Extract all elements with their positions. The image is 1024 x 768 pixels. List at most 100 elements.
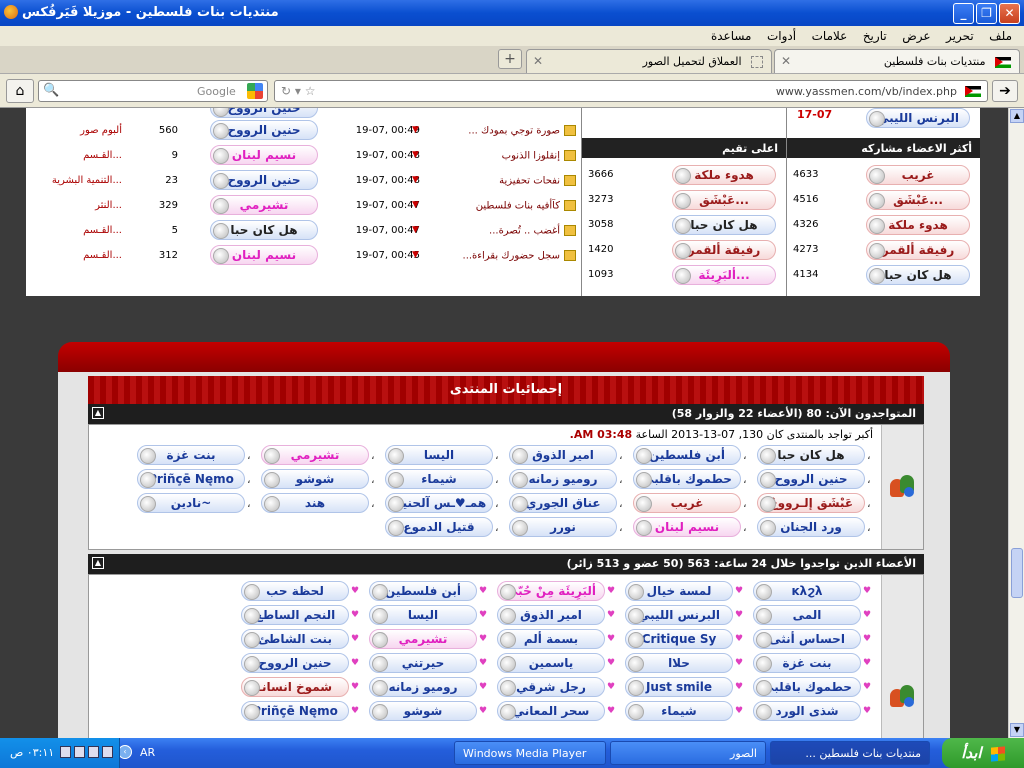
poster-pill[interactable]: هل كان حبا [210, 220, 318, 240]
member-pill[interactable]: حلاا [625, 653, 733, 673]
scroll-thumb[interactable] [1011, 548, 1023, 598]
member-pill[interactable]: هدوء ملكة [866, 215, 970, 235]
member-pill[interactable]: هدوء ملكة [672, 165, 776, 185]
member-pill[interactable]: روميو زمانه [509, 469, 617, 489]
member-pill[interactable]: لمسة خيال [625, 581, 733, 601]
member-pill[interactable]: حطموك باقلبي [753, 677, 861, 697]
reload-star-icons[interactable]: ↻ ▾ ☆ [281, 84, 315, 98]
search-box[interactable]: 🔍 Google [38, 80, 268, 102]
close-tab-icon[interactable]: ✕ [533, 54, 543, 68]
poster-pill[interactable]: نسيم لبنان [210, 145, 318, 165]
menu-tools[interactable]: أدوات [761, 26, 802, 46]
minimize-button[interactable]: _ [953, 3, 974, 24]
member-pill[interactable]: بسمة ألم [497, 629, 605, 649]
member-pill[interactable]: اليسا [369, 605, 477, 625]
topic-link[interactable]: أغضب .. تُصرة... [430, 225, 576, 237]
member-pill[interactable]: بنت غزة [753, 653, 861, 673]
forum-link[interactable]: التنمية البشرية... [32, 175, 122, 186]
scroll-down-icon[interactable]: ▼ [1010, 723, 1024, 737]
member-pill[interactable]: Priñçē Nęmo [137, 469, 245, 489]
member-pill[interactable]: ĸλϩλ [753, 581, 861, 601]
member-pill[interactable]: غريب [633, 493, 741, 513]
topic-link[interactable]: نفحات تحفيزية [430, 175, 576, 187]
poster-pill[interactable]: حنين الرووح [210, 170, 318, 190]
volume-icon[interactable] [74, 746, 85, 758]
tab-image-upload[interactable]: العملاق لتحميل الصور ✕ [526, 49, 772, 73]
member-pill[interactable]: نادين~ [137, 493, 245, 513]
member-pill[interactable]: رفيقة ألقمر [866, 240, 970, 260]
forum-link[interactable]: القـسم... [32, 225, 122, 236]
member-pill[interactable]: أبن فلسطين [369, 581, 477, 601]
member-pill[interactable]: لحظة حب [241, 581, 349, 601]
security-icon[interactable] [88, 746, 99, 758]
poster-pill[interactable]: حنين الرووح [210, 108, 318, 118]
vertical-scrollbar[interactable]: ▲ ▼ [1008, 108, 1024, 738]
member-pill[interactable]: عناق الجوري [509, 493, 617, 513]
menu-bookmarks[interactable]: علامات [806, 26, 854, 46]
member-pill[interactable]: شيماء [625, 701, 733, 721]
start-button[interactable]: ابدأ [942, 738, 1024, 768]
member-pill[interactable]: هل كان حبا [866, 265, 970, 285]
member-pill[interactable]: امير الذوق [497, 605, 605, 625]
member-pill[interactable]: بنت غزة [137, 445, 245, 465]
member-pill[interactable]: Critique Sy [625, 629, 733, 649]
poster-pill[interactable]: نسيم لبنان [210, 245, 318, 265]
member-pill[interactable]: عَبْشَق إلـرووحْ [757, 493, 865, 513]
forum-link[interactable]: القـسم... [32, 150, 122, 161]
member-pill[interactable]: هند [261, 493, 369, 513]
member-pill[interactable]: شيماء [385, 469, 493, 489]
member-pill[interactable]: امير الذوق [509, 445, 617, 465]
member-pill[interactable]: قتيل الدموع [385, 517, 493, 537]
member-pill[interactable]: عَبْشَق... [866, 190, 970, 210]
forum-link[interactable]: ألبوم صور [32, 125, 122, 136]
member-pill[interactable]: هل كان حبا [757, 445, 865, 465]
collapse-icon[interactable]: ▲ [92, 407, 104, 419]
window-titlebar[interactable]: منتديات بنات فلسطين - موزيلا فَيَرفُكس _… [0, 0, 1024, 26]
task-firefox[interactable]: منتديات بنات فلسطين ... [770, 741, 930, 765]
member-pill[interactable]: تشيرمي [369, 629, 477, 649]
member-pill[interactable]: شموخ انسانـ [241, 677, 349, 697]
member-pill[interactable]: حنين الرووح [241, 653, 349, 673]
menu-history[interactable]: تاريخ [857, 26, 893, 46]
member-pill[interactable]: شوشو [261, 469, 369, 489]
poster-pill[interactable]: حنين الرووح [210, 120, 318, 140]
tab-forum[interactable]: منتديات بنات فلسطين ✕ [774, 49, 1020, 73]
tray-expand-icon[interactable]: ‹ [118, 745, 132, 759]
member-pill[interactable]: رجل شرقي [497, 677, 605, 697]
member-pill[interactable]: شذى الورد [753, 701, 861, 721]
member-pill[interactable]: نسيم لبنان [633, 517, 741, 537]
forum-link[interactable]: القـسم... [32, 250, 122, 261]
display-icon[interactable] [102, 746, 113, 758]
member-pill[interactable]: همـ♥ـس آلحنين [385, 493, 493, 513]
google-icon[interactable] [247, 83, 263, 99]
member-pill[interactable]: ألبَرِيئَة مِنْ حُبّي [497, 581, 605, 601]
member-pill[interactable]: سحر المعاني [497, 701, 605, 721]
member-pill[interactable]: تشيرمي [261, 445, 369, 465]
menu-edit[interactable]: تحرير [940, 26, 980, 46]
topic-link[interactable]: سجل حضورك بقراءة... [430, 250, 576, 262]
member-pill[interactable]: ألبَرِيئَة... [672, 265, 776, 285]
scroll-up-icon[interactable]: ▲ [1010, 109, 1024, 123]
member-pill[interactable]: حنين الرووح [757, 469, 865, 489]
task-pictures[interactable]: الصور [610, 741, 766, 765]
network-icon[interactable] [60, 746, 71, 758]
poster-pill[interactable]: تشيرمي [210, 195, 318, 215]
member-pill[interactable]: النجم الساطع [241, 605, 349, 625]
maximize-button[interactable]: ❐ [976, 3, 997, 24]
member-pill[interactable]: رفيقة ألقمر [672, 240, 776, 260]
member-pill[interactable]: Priñçē Nęmo [241, 701, 349, 721]
member-pill[interactable]: ورد الجنان [757, 517, 865, 537]
topic-link[interactable]: إنقلوزا الذنوب [430, 150, 576, 162]
go-button[interactable]: ➔ [992, 80, 1018, 102]
collapse-icon[interactable]: ▲ [92, 557, 104, 569]
member-pill[interactable]: البرنس الليبي [866, 108, 970, 128]
menu-help[interactable]: مساعدة [705, 26, 758, 46]
member-pill[interactable]: حطموك باقلبي [633, 469, 741, 489]
member-pill[interactable]: غريب [866, 165, 970, 185]
member-pill[interactable]: هل كان حبا [672, 215, 776, 235]
member-pill[interactable]: بنت الشاطئ [241, 629, 349, 649]
member-pill[interactable]: Just smile [625, 677, 733, 697]
menu-view[interactable]: عرض [896, 26, 936, 46]
language-indicator[interactable]: AR [140, 746, 155, 759]
home-button[interactable]: ⌂ [6, 79, 34, 103]
